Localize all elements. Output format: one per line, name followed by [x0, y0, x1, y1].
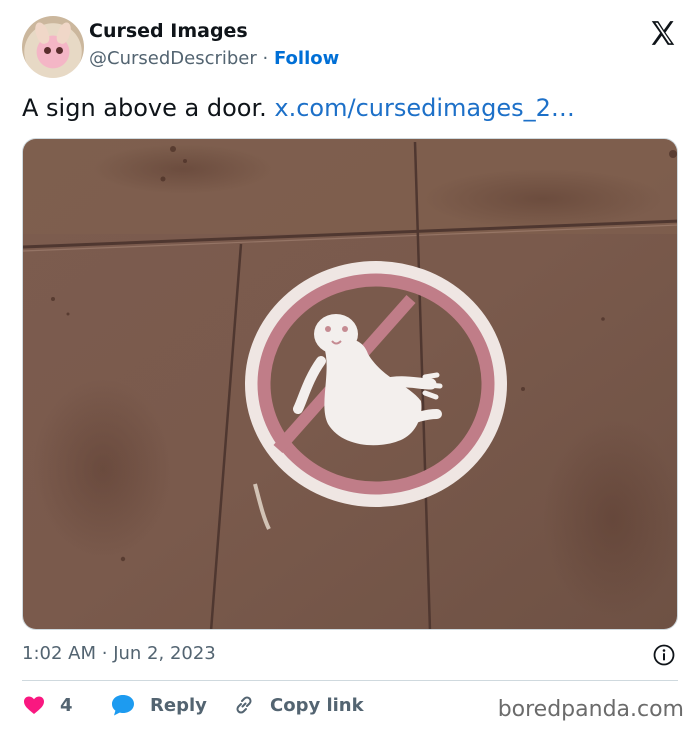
like-count: 4 [60, 694, 73, 716]
tweet-media-image[interactable] [22, 138, 678, 630]
info-icon[interactable] [652, 643, 676, 667]
avatar-eye [56, 47, 63, 54]
author-handle-line: @CursedDescriber · Follow [89, 48, 339, 69]
author-avatar[interactable] [22, 16, 84, 78]
tweet-date: Jun 2, 2023 [113, 643, 216, 664]
tweet-timestamp[interactable]: 1:02 AM · Jun 2, 2023 [22, 643, 216, 664]
timestamp-separator: · [101, 643, 108, 664]
tweet-text: A sign above a door. x.com/cursedimages_… [22, 94, 575, 122]
author-handle[interactable]: @CursedDescriber [89, 48, 257, 69]
tweet-link[interactable]: x.com/cursedimages_2… [274, 94, 574, 122]
x-logo-icon[interactable] [648, 18, 678, 48]
watermark: boredpanda.com [497, 697, 684, 722]
avatar-eye [44, 47, 51, 54]
follow-button[interactable]: Follow [274, 48, 339, 69]
link-icon [236, 696, 252, 714]
avatar-ear [54, 20, 74, 46]
reply-button[interactable]: Reply [110, 693, 207, 717]
reply-bubble-icon [112, 695, 134, 716]
tweet-time: 1:02 AM [22, 643, 96, 664]
rusty-sign-photo [23, 139, 677, 629]
tweet-body: A sign above a door. [22, 94, 267, 122]
tweet-actions: 4 Reply Copy link [22, 693, 492, 721]
heart-icon [24, 696, 44, 714]
avatar-ear [32, 20, 52, 46]
copy-link-button[interactable]: Copy link [232, 693, 364, 717]
like-button[interactable]: 4 [22, 693, 73, 717]
reply-label: Reply [150, 694, 207, 716]
divider [22, 680, 678, 681]
author-display-name[interactable]: Cursed Images [89, 20, 248, 42]
handle-separator: · [262, 48, 269, 69]
copy-link-label: Copy link [270, 694, 364, 716]
